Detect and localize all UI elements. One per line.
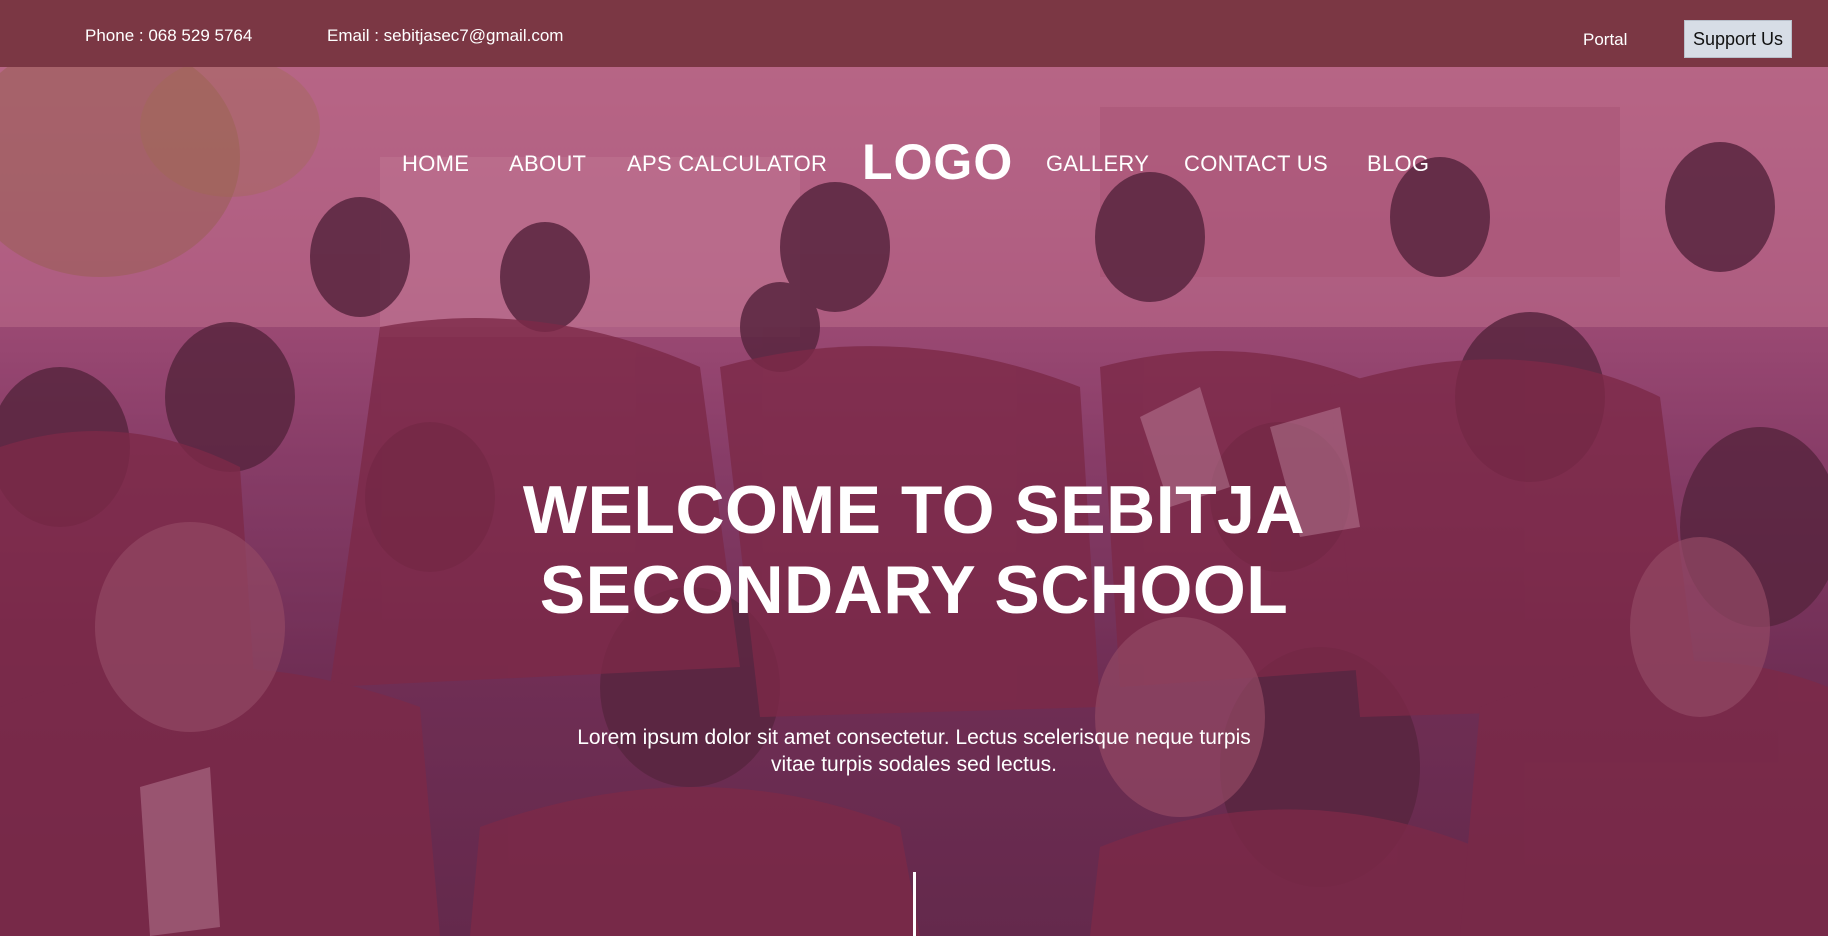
site-logo[interactable]: LOGO — [862, 133, 1013, 191]
nav-contact-us[interactable]: CONTACT US — [1184, 151, 1328, 177]
hero-title-line-1: WELCOME TO SEBITJA — [522, 472, 1306, 548]
hero-subtitle: Lorem ipsum dolor sit amet consectetur. … — [577, 726, 1251, 776]
hero-title: WELCOME TO SEBITJA SECONDARY SCHOOL — [414, 470, 1414, 630]
hero-title-line-2: SECONDARY SCHOOL — [539, 552, 1289, 628]
top-bar: Phone : 068 529 5764 Email : sebitjasec7… — [0, 0, 1828, 67]
nav-about[interactable]: ABOUT — [509, 151, 586, 177]
scroll-indicator — [913, 872, 916, 936]
nav-home[interactable]: HOME — [402, 151, 469, 177]
nav-aps-calculator[interactable]: APS CALCULATOR — [627, 151, 827, 177]
portal-link[interactable]: Portal — [1583, 30, 1627, 50]
support-us-button[interactable]: Support Us — [1684, 20, 1792, 58]
phone-text: Phone : 068 529 5764 — [85, 26, 253, 45]
main-navigation: HOME ABOUT APS CALCULATOR LOGO GALLERY C… — [0, 67, 1828, 190]
nav-blog[interactable]: BLOG — [1367, 151, 1429, 177]
email-text[interactable]: Email : sebitjasec7@gmail.com — [327, 26, 563, 46]
nav-gallery[interactable]: GALLERY — [1046, 151, 1149, 177]
